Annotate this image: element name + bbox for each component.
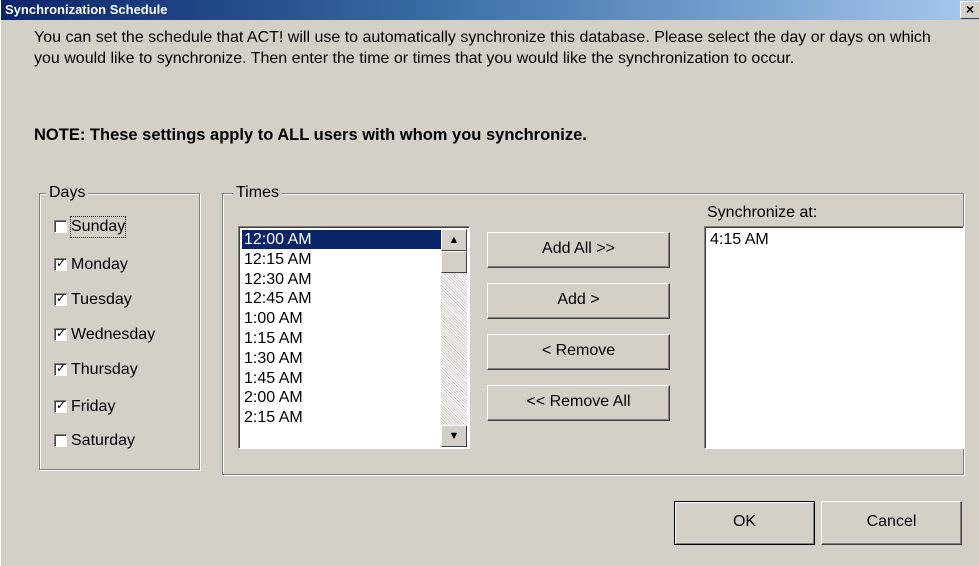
day-label: Monday bbox=[71, 256, 128, 273]
time-option[interactable]: 12:30 AM bbox=[242, 270, 312, 289]
note-text: NOTE: These settings apply to ALL users … bbox=[34, 126, 587, 144]
time-option[interactable]: 1:00 AM bbox=[242, 309, 303, 328]
time-option[interactable]: 12:15 AM bbox=[242, 250, 312, 269]
title-bar[interactable]: Synchronization Schedule × bbox=[1, 0, 979, 20]
close-icon: × bbox=[965, 1, 975, 17]
remove-all-button[interactable]: << Remove All bbox=[487, 385, 670, 421]
days-group-label: Days bbox=[46, 184, 89, 202]
ok-button[interactable]: OK bbox=[674, 501, 815, 545]
checkmark-icon: ✓ bbox=[56, 326, 67, 340]
arrow-down-icon: ▼ bbox=[448, 430, 460, 442]
day-label: Saturday bbox=[71, 432, 136, 449]
add-button[interactable]: Add > bbox=[487, 283, 670, 319]
synchronize-at-listbox[interactable]: 4:15 AM bbox=[704, 226, 964, 449]
checkmark-icon: ✓ bbox=[56, 398, 67, 412]
checkbox-box[interactable] bbox=[54, 434, 67, 447]
checkmark-icon: ✓ bbox=[56, 256, 67, 270]
cancel-button[interactable]: Cancel bbox=[821, 501, 962, 545]
days-group: Days Sunday ✓ Monday ✓ Tuesday ✓ Wednesd… bbox=[39, 184, 200, 470]
times-group-label: Times bbox=[233, 184, 282, 202]
time-option[interactable]: 2:15 AM bbox=[242, 408, 303, 427]
checkbox-box[interactable]: ✓ bbox=[54, 256, 67, 271]
synchronize-at-label: Synchronize at: bbox=[707, 204, 818, 221]
checkbox-box[interactable] bbox=[54, 220, 67, 233]
day-label: Thursday bbox=[71, 361, 138, 378]
time-option[interactable]: 2:00 AM bbox=[242, 388, 303, 407]
checkbox-box[interactable]: ✓ bbox=[54, 291, 67, 306]
sync-schedule-dialog: Synchronization Schedule × You can set t… bbox=[0, 0, 979, 566]
time-option[interactable]: 12:00 AM bbox=[242, 230, 442, 249]
add-all-button[interactable]: Add All >> bbox=[487, 232, 670, 268]
checkbox-box[interactable]: ✓ bbox=[54, 326, 67, 341]
close-button[interactable]: × bbox=[960, 1, 979, 19]
day-label: Sunday bbox=[69, 216, 127, 238]
times-scrollbar[interactable]: ▲ ▼ bbox=[441, 229, 467, 447]
scroll-thumb[interactable] bbox=[441, 251, 467, 273]
remove-button[interactable]: < Remove bbox=[487, 334, 670, 370]
times-listbox[interactable]: 12:00 AM 12:15 AM 12:30 AM 12:45 AM 1:00 AM 1… bbox=[238, 226, 470, 449]
intro-text: You can set the schedule that ACT! will … bbox=[34, 29, 931, 67]
time-option[interactable]: 1:30 AM bbox=[242, 349, 303, 368]
arrow-up-icon: ▲ bbox=[448, 234, 460, 246]
dialog-title: Synchronization Schedule bbox=[5, 2, 168, 17]
day-label: Tuesday bbox=[71, 291, 132, 308]
checkbox-box[interactable]: ✓ bbox=[54, 398, 67, 413]
checkmark-icon: ✓ bbox=[56, 291, 67, 305]
checkbox-box[interactable]: ✓ bbox=[54, 361, 67, 376]
day-label: Friday bbox=[71, 398, 116, 415]
checkmark-icon: ✓ bbox=[56, 361, 67, 375]
time-option[interactable]: 1:15 AM bbox=[242, 329, 303, 348]
scroll-up-button[interactable]: ▲ bbox=[441, 229, 467, 251]
scroll-down-button[interactable]: ▼ bbox=[441, 425, 467, 447]
day-label: Wednesday bbox=[71, 326, 156, 343]
time-option[interactable]: 12:45 AM bbox=[242, 289, 312, 308]
scheduled-time-item[interactable]: 4:15 AM bbox=[708, 230, 769, 249]
time-option[interactable]: 1:45 AM bbox=[242, 369, 303, 388]
